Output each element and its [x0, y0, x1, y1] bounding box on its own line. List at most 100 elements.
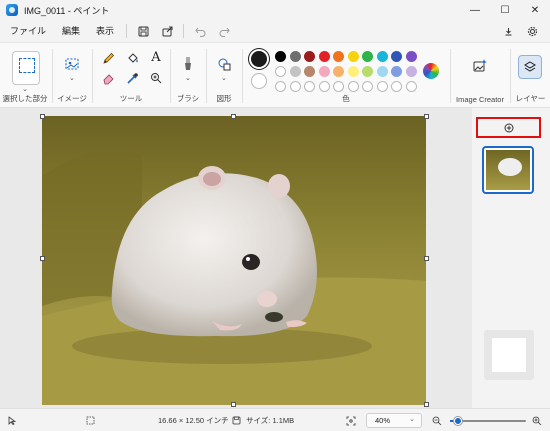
menu-edit[interactable]: 編集: [54, 20, 88, 42]
palette-color-swatch[interactable]: [275, 66, 286, 77]
menu-divider: [183, 24, 185, 38]
custom-color-slot[interactable]: [333, 81, 344, 92]
zoom-level-value: 40%: [375, 416, 391, 425]
shapes-group-label: 図形: [216, 94, 232, 103]
ribbon-toolbar: ⌄ 選択した部分 ⌄ イメージ A ツール ⌄ ブラシ ⌄ 図形 色 Image…: [0, 42, 550, 108]
color-picker-icon[interactable]: [123, 69, 141, 87]
selection-group-label: 選択した部分: [2, 94, 48, 103]
custom-color-slot[interactable]: [347, 81, 359, 92]
palette-color-swatch[interactable]: [376, 66, 388, 77]
navigator-preview-page: [492, 338, 526, 372]
image-creator-icon[interactable]: [471, 57, 489, 75]
chevron-down-icon[interactable]: ⌄: [221, 74, 227, 82]
palette-color-swatch[interactable]: [362, 66, 373, 77]
zoom-slider[interactable]: [450, 417, 526, 425]
resize-handle[interactable]: [231, 114, 236, 119]
custom-color-slot[interactable]: [376, 81, 388, 92]
resize-handle[interactable]: [424, 114, 429, 119]
chevron-down-icon[interactable]: ⌄: [22, 85, 28, 93]
zoom-level-select[interactable]: 40% ⌄: [366, 413, 422, 428]
pencil-icon[interactable]: [99, 49, 117, 67]
custom-color-slot[interactable]: [318, 81, 330, 92]
file-size-icon: [232, 409, 241, 431]
custom-color-slot[interactable]: [289, 81, 301, 92]
palette-color-swatch[interactable]: [318, 51, 330, 62]
brush-icon[interactable]: [179, 55, 197, 73]
palette-color-swatch[interactable]: [362, 51, 373, 62]
colors-group: 色: [243, 43, 449, 109]
primary-color-swatch[interactable]: [251, 51, 267, 67]
settings-gear-icon[interactable]: [520, 20, 544, 42]
custom-color-slot[interactable]: [275, 81, 286, 92]
resize-handle[interactable]: [424, 402, 429, 407]
palette-color-swatch[interactable]: [289, 51, 301, 62]
edit-colors-wheel-icon[interactable]: [423, 63, 439, 79]
fit-to-window-icon[interactable]: [346, 409, 356, 431]
close-button[interactable]: ✕: [520, 0, 550, 20]
fill-bucket-icon[interactable]: [123, 49, 141, 67]
chevron-down-icon: ⌄: [409, 416, 415, 423]
minimize-button[interactable]: —: [460, 0, 490, 20]
redo-icon[interactable]: [212, 20, 236, 42]
status-bar: 16.66 × 12.50 インチ サイズ: 1.1MB 40% ⌄: [0, 408, 550, 431]
palette-color-swatch[interactable]: [391, 51, 402, 62]
menu-divider: [126, 24, 128, 38]
palette-color-swatch[interactable]: [405, 51, 417, 62]
palette-color-swatch[interactable]: [405, 66, 417, 77]
pointer-position-icon: [8, 409, 16, 431]
resize-handle[interactable]: [40, 114, 45, 119]
shapes-group: ⌄ 図形: [207, 43, 241, 109]
zoom-slider-thumb[interactable]: [453, 417, 462, 425]
hamster-photo: [42, 116, 426, 405]
undo-icon[interactable]: [188, 20, 212, 42]
layer-thumbnail[interactable]: [482, 146, 534, 194]
palette-color-swatch[interactable]: [333, 66, 344, 77]
maximize-button[interactable]: ☐: [490, 0, 520, 20]
menu-bar: ファイル 編集 表示: [0, 20, 550, 42]
palette-color-swatch[interactable]: [318, 66, 330, 77]
save-icon[interactable]: [131, 20, 155, 42]
menu-file[interactable]: ファイル: [0, 20, 54, 42]
account-icon[interactable]: [496, 20, 520, 42]
paint-app-icon: [6, 4, 18, 16]
text-tool-icon[interactable]: A: [147, 48, 165, 66]
chevron-down-icon[interactable]: ⌄: [69, 74, 75, 82]
layers-group: レイヤー: [511, 43, 550, 109]
palette-color-swatch[interactable]: [376, 51, 388, 62]
share-icon[interactable]: [155, 20, 179, 42]
palette-color-swatch[interactable]: [347, 66, 359, 77]
image-group: ⌄ イメージ: [53, 43, 91, 109]
menu-view[interactable]: 表示: [88, 20, 122, 42]
shapes-icon[interactable]: [215, 55, 233, 73]
palette-color-swatch[interactable]: [304, 66, 315, 77]
resize-handle[interactable]: [424, 256, 429, 261]
magnifier-icon[interactable]: [147, 69, 165, 87]
layers-toggle-button[interactable]: [518, 55, 542, 79]
palette-color-swatch[interactable]: [391, 66, 402, 77]
secondary-color-swatch[interactable]: [251, 73, 267, 89]
image-crop-icon[interactable]: [63, 55, 81, 73]
hamster-photo-canvas[interactable]: [42, 116, 426, 405]
palette-color-swatch[interactable]: [347, 51, 359, 62]
custom-color-slot[interactable]: [405, 81, 417, 92]
palette-color-swatch[interactable]: [275, 51, 286, 62]
chevron-down-icon[interactable]: ⌄: [185, 74, 191, 82]
palette-color-swatch[interactable]: [289, 66, 301, 77]
custom-color-slot[interactable]: [391, 81, 402, 92]
resize-handle[interactable]: [231, 402, 236, 407]
palette-color-swatch[interactable]: [333, 51, 344, 62]
add-layer-button[interactable]: [476, 117, 541, 138]
eraser-icon[interactable]: [99, 69, 117, 87]
selection-tool-button[interactable]: [12, 51, 40, 85]
image-creator-label: Image Creator: [456, 95, 504, 104]
image-creator-group: Image Creator: [451, 43, 509, 109]
custom-color-slot[interactable]: [362, 81, 373, 92]
canvas-area[interactable]: [0, 108, 472, 408]
zoom-out-icon[interactable]: [432, 409, 442, 431]
layers-icon: [524, 61, 536, 72]
custom-color-slot[interactable]: [304, 81, 315, 92]
add-layer-plus-icon: [504, 123, 513, 132]
zoom-in-icon[interactable]: [532, 409, 542, 431]
palette-color-swatch[interactable]: [304, 51, 315, 62]
resize-handle[interactable]: [40, 256, 45, 261]
